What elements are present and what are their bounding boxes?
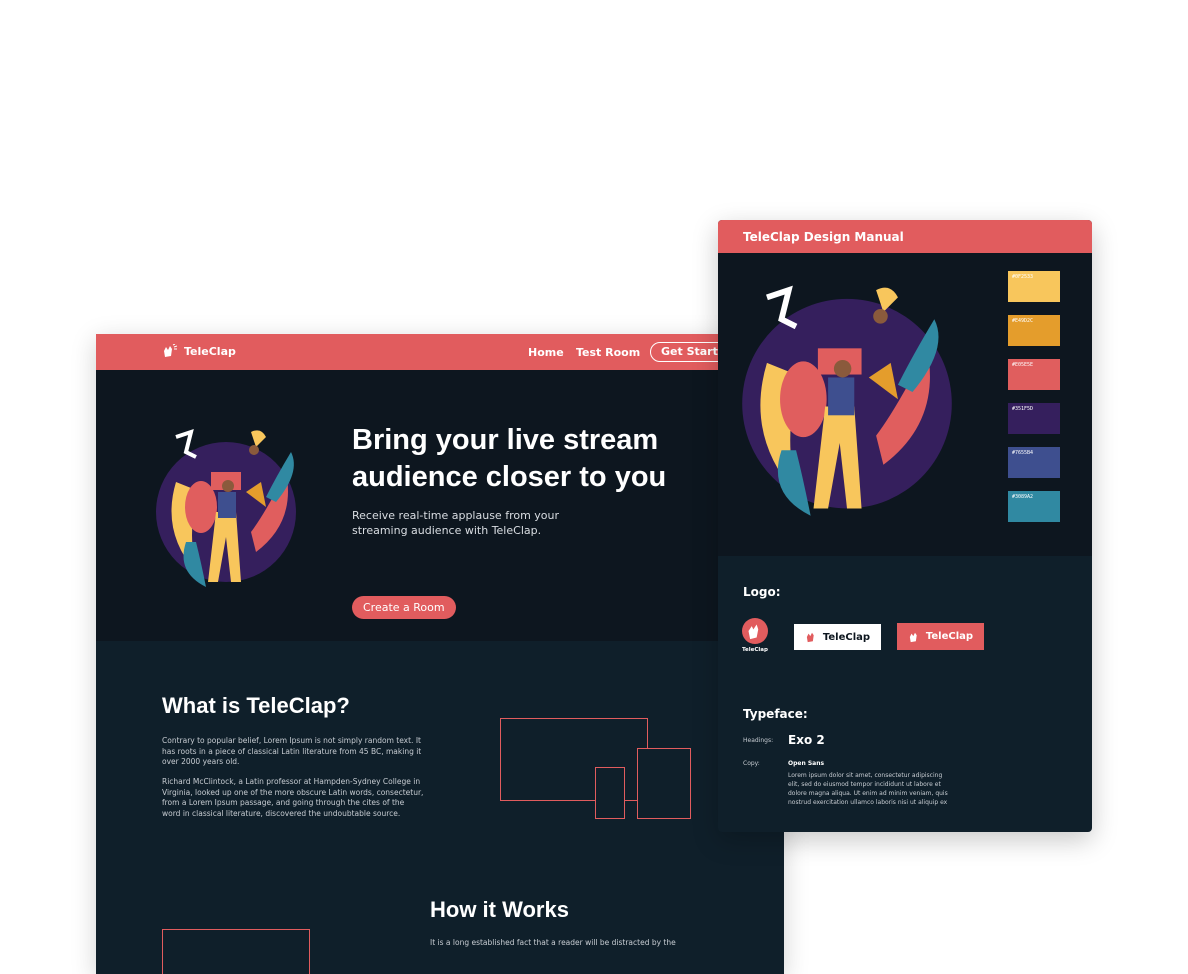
color-swatch: #7655B4 [1008, 447, 1060, 478]
color-swatch: #E49D2C [1008, 315, 1060, 346]
copy-label: Copy: [743, 760, 760, 767]
create-room-button[interactable]: Create a Room [352, 596, 456, 619]
color-swatch: #3089A2 [1008, 491, 1060, 522]
nav-home[interactable]: Home [528, 346, 564, 359]
about-title: What is TeleClap? [162, 693, 350, 718]
clapping-hands-icon [909, 632, 917, 642]
how-it-works-title: How it Works [430, 897, 569, 922]
nav-test-room[interactable]: Test Room [576, 346, 640, 359]
brand-logo[interactable]: TeleClap [162, 344, 236, 358]
about-paragraph-1: Contrary to popular belief, Lorem Ipsum … [162, 736, 422, 766]
manual-illustration-area: #0F2533 #E49D2C #E05E5E #351F5D #7655B4 … [718, 253, 1092, 556]
color-swatch: #E05E5E [1008, 359, 1060, 390]
copy-font-name: Open Sans [788, 760, 825, 767]
hero-title: Bring your live stream audience closer t… [352, 424, 667, 493]
jazz-band-illustration [742, 285, 952, 516]
clapping-hands-icon [164, 344, 178, 357]
typeface-label: Typeface: [743, 707, 808, 721]
design-manual-card: TeleClap Design Manual #0F2533 #E49D2C #… [718, 220, 1092, 832]
logo-label: Logo: [743, 585, 781, 599]
phone-frame-placeholder [595, 767, 625, 819]
headings-label: Headings: [743, 737, 774, 744]
about-paragraph-2: Richard McClintock, a Latin professor at… [162, 777, 424, 818]
manual-title: TeleClap Design Manual [743, 230, 904, 244]
color-swatch: #0F2533 [1008, 271, 1060, 302]
brand-name: TeleClap [184, 344, 236, 358]
copy-font-sample: Lorem ipsum dolor sit amet, consectetur … [788, 772, 948, 806]
color-swatch: #351F5D [1008, 403, 1060, 434]
website-mockup: TeleClap Home Test Room Get Started Brin… [96, 334, 784, 974]
manual-header: TeleClap Design Manual [718, 220, 1092, 253]
logo-round-name: TeleClap [742, 647, 768, 653]
logo-light-variant: TeleClap [794, 624, 881, 650]
jazz-band-illustration [156, 428, 296, 587]
about-section: What is TeleClap? Contrary to popular be… [96, 641, 784, 974]
logo-round-variant [742, 618, 768, 644]
clapping-hands-icon [748, 624, 759, 640]
desktop-frame-placeholder [500, 718, 648, 801]
logo-red-variant: TeleClap [897, 623, 984, 650]
how-it-works-frame-placeholder [162, 929, 310, 974]
how-it-works-paragraph: It is a long established fact that a rea… [430, 938, 676, 947]
top-navbar: TeleClap Home Test Room Get Started [96, 334, 784, 370]
headings-font-sample: Exo 2 [788, 733, 825, 747]
hero-section: Bring your live stream audience closer t… [96, 370, 784, 641]
tablet-frame-placeholder [637, 748, 691, 819]
hero-subtitle: Receive real-time applause from your str… [352, 509, 560, 537]
clapping-hands-icon [806, 632, 814, 643]
